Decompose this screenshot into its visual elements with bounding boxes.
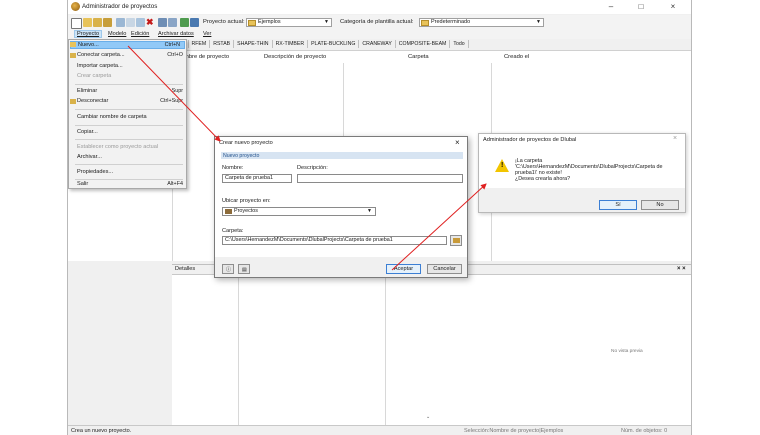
- annotation-arrows: [127, 45, 487, 271]
- arrow-to-dialog: [127, 45, 221, 142]
- arrow-to-message: [391, 183, 487, 271]
